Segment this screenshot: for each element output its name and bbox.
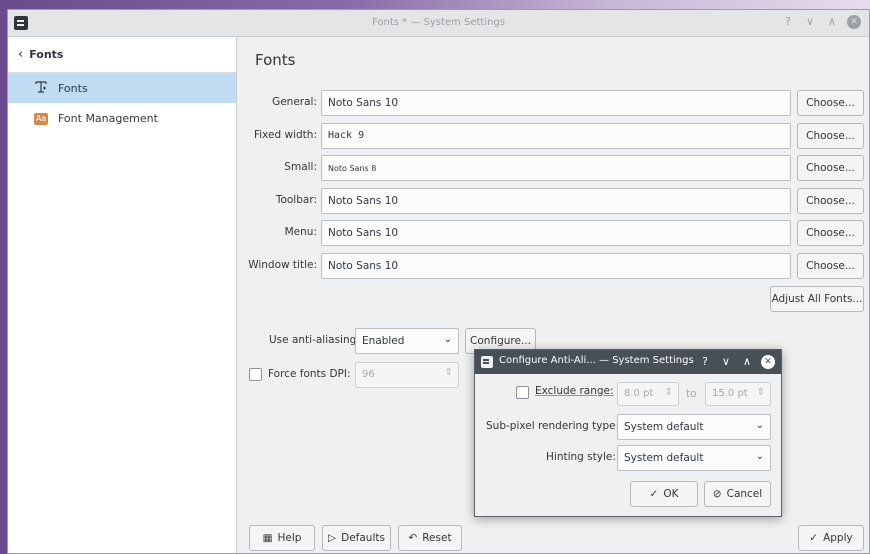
defaults-button-label: Defaults [341,532,385,544]
maximize-icon[interactable]: ∧ [740,354,754,369]
sidebar-item-fonts[interactable]: Fonts [8,73,236,103]
choose-toolbar-button[interactable]: Choose... [797,188,864,214]
reset-button-label: Reset [422,532,452,544]
minimize-icon[interactable]: ∨ [803,15,817,29]
exclude-from-spinbox[interactable]: 8.0 pt ⇕ [617,382,679,406]
font-management-icon: Aa [34,113,48,125]
choose-window-title-button[interactable]: Choose... [797,253,864,279]
window-title-font-field[interactable]: Noto Sans 10 [321,253,791,279]
font-row-menu: Menu: Noto Sans 10 Choose... [238,220,869,246]
font-row-label: Small: [284,161,317,173]
exclude-to-label: to [686,388,697,400]
help-button-label: Help [277,532,302,544]
dpi-value: 96 [362,369,375,380]
sidebar-item-font-management[interactable]: Aa Font Management [8,103,236,133]
font-row-label: General: [272,96,317,108]
apply-button[interactable]: ✓ Apply [798,525,864,551]
spin-arrows-icon: ⇕ [756,387,765,398]
exclude-range-checkbox[interactable] [516,386,529,399]
dialog-title: Configure Anti-Ali... — System Settings [499,355,694,366]
adjust-all-fonts-button[interactable]: Adjust All Fonts... [770,286,864,312]
sidebar-item-label: Fonts [58,81,88,95]
close-icon[interactable]: ✕ [761,354,775,369]
defaults-icon: ▷ [328,532,337,544]
toolbar-font-field[interactable]: Noto Sans 10 [321,188,791,214]
exclude-to-spinbox[interactable]: 15.0 pt ⇕ [705,382,771,406]
menu-font-field[interactable]: Noto Sans 10 [321,220,791,246]
dialog-title-bar[interactable]: Configure Anti-Ali... — System Settings … [475,350,781,374]
chevron-down-icon: ⌄ [755,451,764,462]
help-button[interactable]: ▦ Help [249,525,315,551]
defaults-button[interactable]: ▷ Defaults [322,525,391,551]
subpixel-label: Sub-pixel rendering type: [486,420,620,432]
dpi-spinbox[interactable]: 96 ⇕ [355,362,459,388]
close-icon[interactable]: ✕ [847,15,861,29]
subpixel-select[interactable]: System default ⌄ [617,414,771,440]
general-font-field[interactable]: Noto Sans 10 [321,90,791,116]
cancel-icon: ⊘ [712,488,722,500]
chevron-down-icon: ⌄ [443,334,452,345]
force-dpi-checkbox[interactable] [249,368,262,381]
chevron-left-icon: ‹ [18,47,24,62]
fixed-width-font-field[interactable]: Hack 9 [321,123,791,149]
hinting-value: System default [624,452,704,464]
force-dpi-label: Force fonts DPI: [268,368,351,380]
help-icon[interactable]: ? [781,15,795,29]
configure-anti-aliasing-dialog: Configure Anti-Ali... — System Settings … [474,349,782,517]
dialog-app-icon [481,356,493,368]
chevron-down-icon: ⌄ [755,420,764,431]
apply-button-label: Apply [823,532,853,544]
font-row-window-title: Window title: Noto Sans 10 Choose... [238,253,869,279]
sidebar: ‹ Fonts Fonts Aa Font Management [8,37,237,553]
cancel-button[interactable]: ⊘ Cancel [704,481,771,507]
choose-general-button[interactable]: Choose... [797,90,864,116]
check-icon: ✓ [809,532,819,544]
spin-arrows-icon: ⇕ [444,367,453,378]
anti-aliasing-label: Use anti-aliasing: [269,334,360,346]
anti-aliasing-value: Enabled [362,335,405,347]
sidebar-back-button[interactable]: ‹ Fonts [8,37,236,73]
choose-menu-button[interactable]: Choose... [797,220,864,246]
ok-button[interactable]: ✓ OK [630,481,698,507]
spin-arrows-icon: ⇕ [664,387,673,398]
font-row-label: Window title: [248,259,317,271]
cancel-button-label: Cancel [726,488,763,500]
font-row-label: Fixed width: [253,129,317,141]
subpixel-value: System default [624,421,704,433]
choose-fixed-width-button[interactable]: Choose... [797,123,864,149]
font-row-fixed-width: Fixed width: Hack 9 Choose... [238,123,869,149]
exclude-to-value: 15.0 pt [712,388,748,399]
ok-button-label: OK [663,488,679,500]
window-title: Fonts * — System Settings [371,17,505,28]
title-bar[interactable]: Fonts * — System Settings ? ∨ ∧ ✕ [8,10,869,37]
exclude-range-label[interactable]: Exclude range: [535,385,614,397]
sidebar-item-label: Font Management [58,111,158,125]
reset-button[interactable]: ↶ Reset [398,525,462,551]
minimize-icon[interactable]: ∨ [719,354,733,369]
font-row-label: Menu: [284,226,317,238]
reset-icon: ↶ [408,532,418,544]
font-row-toolbar: Toolbar: Noto Sans 10 Choose... [238,188,869,214]
hinting-select[interactable]: System default ⌄ [617,445,771,471]
font-row-small: Small: Noto Sans 8 Choose... [238,155,869,181]
font-row-label: Toolbar: [275,194,317,206]
font-icon [32,80,50,97]
exclude-from-value: 8.0 pt [624,388,654,399]
check-icon: ✓ [649,488,659,500]
help-book-icon: ▦ [262,532,273,544]
page-title: Fonts [255,51,296,69]
maximize-icon[interactable]: ∧ [825,15,839,29]
font-row-general: General: Noto Sans 10 Choose... [238,90,869,116]
choose-small-button[interactable]: Choose... [797,155,864,181]
help-icon[interactable]: ? [698,354,712,369]
hinting-label: Hinting style: [546,451,616,463]
sidebar-back-label: Fonts [29,48,64,61]
small-font-field[interactable]: Noto Sans 8 [321,155,791,181]
anti-aliasing-select[interactable]: Enabled ⌄ [355,328,459,354]
